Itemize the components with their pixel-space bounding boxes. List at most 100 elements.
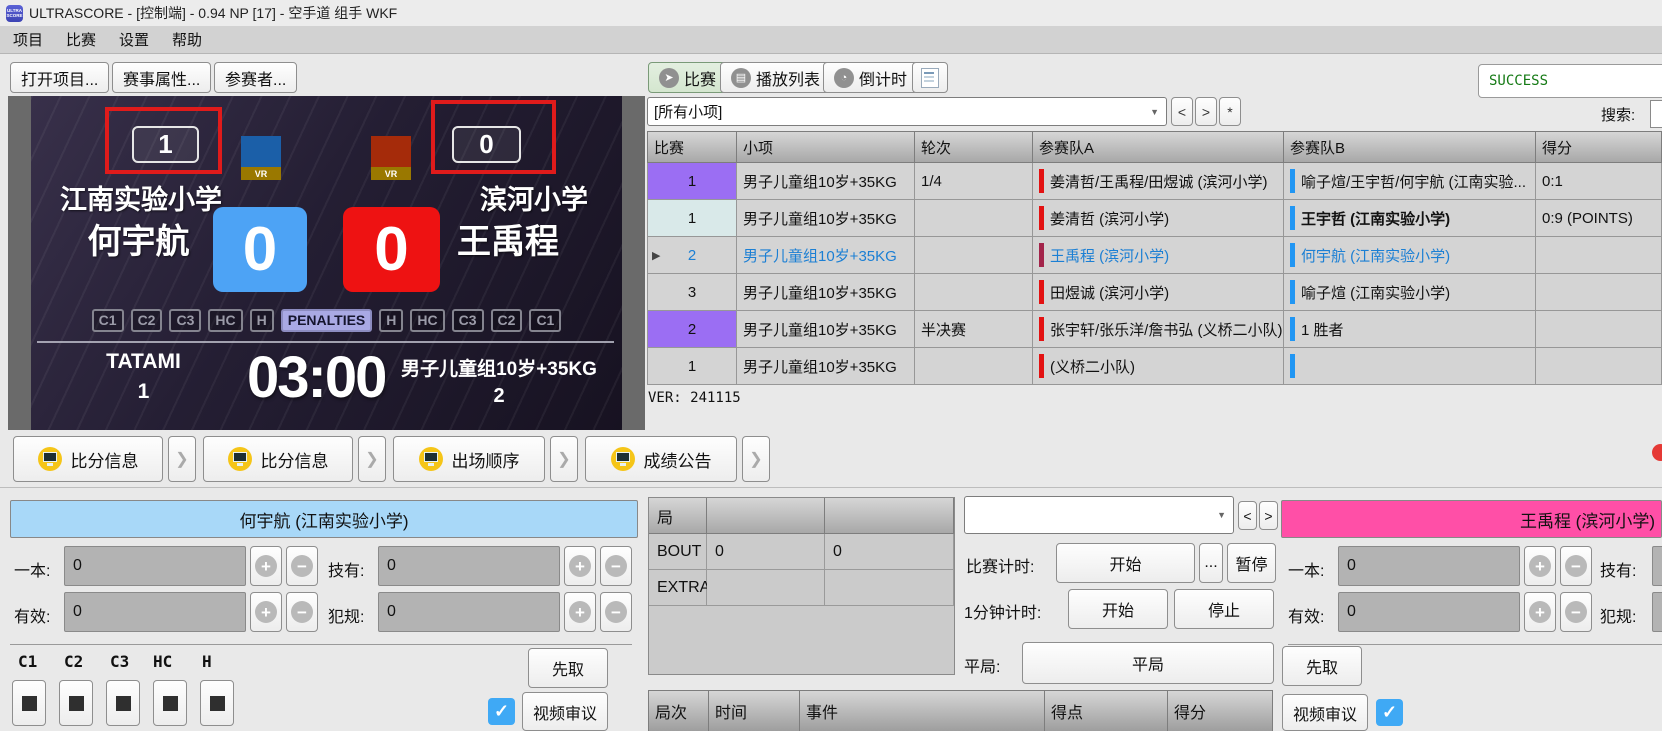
score-cell[interactable]: 0:9 (POINTS) — [1536, 200, 1662, 237]
countdown-button[interactable]: ◔ 倒计时 — [823, 62, 918, 93]
match-timer-pause-button[interactable]: 暂停 — [1227, 543, 1276, 583]
yuko-field[interactable]: 0 — [1338, 592, 1520, 632]
penalty-hc-toggle[interactable] — [153, 680, 187, 726]
round-cell[interactable] — [915, 237, 1033, 274]
video-review-button-blue[interactable]: 视频审议 — [522, 692, 608, 731]
teamA-cell[interactable]: 姜清哲 (滨河小学) — [1033, 200, 1284, 237]
bout-cell[interactable]: 1 — [647, 348, 737, 385]
penalty-c2-toggle[interactable] — [59, 680, 93, 726]
col-header-event[interactable]: 小项 — [737, 131, 915, 163]
round-cell[interactable]: 半决赛 — [915, 311, 1033, 348]
extra-score-b[interactable] — [825, 570, 954, 606]
bout-score-b[interactable]: 0 — [825, 534, 954, 570]
extra-score-a[interactable] — [707, 570, 825, 606]
senshu-button-blue[interactable]: 先取 — [528, 648, 608, 688]
teamB-cell[interactable]: 喻子煊 (江南实验小学) — [1284, 274, 1536, 311]
display-3-expand-button[interactable]: ❯ — [550, 436, 578, 482]
timing-next-button[interactable]: > — [1259, 501, 1278, 530]
event-cell[interactable]: 男子儿童组10岁+35KG — [737, 200, 915, 237]
display-score-info-1-button[interactable]: 比分信息 — [13, 436, 163, 482]
minute-timer-start-button[interactable]: 开始 — [1068, 589, 1168, 629]
round-cell[interactable] — [915, 274, 1033, 311]
ippon-plus-button[interactable]: + — [250, 546, 282, 586]
bout-cell-selected[interactable]: ▶ 2 — [647, 237, 737, 274]
events-col-score[interactable]: 得分 — [1168, 690, 1273, 731]
yuko-minus-button[interactable]: − — [1560, 592, 1592, 632]
participants-button[interactable]: 参赛者... — [214, 62, 297, 93]
col-header-score[interactable]: 得分 — [1536, 131, 1662, 163]
menu-settings[interactable]: 设置 — [109, 26, 159, 53]
teamA-cell[interactable]: (义桥二小队) — [1033, 348, 1284, 385]
col-header-round[interactable]: 轮次 — [915, 131, 1033, 163]
display-results-button[interactable]: 成绩公告 — [585, 436, 737, 482]
col-header-teamB[interactable]: 参赛队B — [1284, 131, 1536, 163]
score-cell[interactable] — [1536, 237, 1662, 274]
teamA-cell[interactable]: 姜清哲/王禹程/田煜诚 (滨河小学) — [1033, 163, 1284, 200]
menu-project[interactable]: 项目 — [3, 26, 53, 53]
bout-score-a[interactable]: 0 — [707, 534, 825, 570]
foul-field[interactable] — [1652, 592, 1662, 632]
match-timer-start-button[interactable]: 开始 — [1056, 543, 1195, 583]
search-input[interactable] — [1650, 100, 1662, 128]
penalty-h-toggle[interactable] — [200, 680, 234, 726]
score-cell[interactable] — [1536, 311, 1662, 348]
teamB-cell[interactable]: 王宇哲 (江南实验小学) — [1284, 200, 1536, 237]
teamA-cell[interactable]: 王禹程 (滨河小学) — [1033, 237, 1284, 274]
round-cell[interactable] — [915, 200, 1033, 237]
display-score-info-2-button[interactable]: 比分信息 — [203, 436, 353, 482]
menu-help[interactable]: 帮助 — [162, 26, 212, 53]
foul-plus-button[interactable]: + — [564, 592, 596, 632]
video-review-checkbox-pink[interactable]: ✓ — [1376, 699, 1403, 726]
col-header-bout[interactable]: 比赛 — [647, 131, 737, 163]
timing-preset-dropdown[interactable]: ▼ — [964, 496, 1234, 534]
display-4-expand-button[interactable]: ❯ — [742, 436, 770, 482]
playlist-button[interactable]: ▤ 播放列表 — [720, 62, 831, 93]
wazaari-field[interactable] — [1652, 546, 1662, 586]
yuko-plus-button[interactable]: + — [250, 592, 282, 632]
match-timer-more-button[interactable]: ... — [1199, 543, 1223, 583]
bout-cell[interactable]: 1 — [647, 200, 737, 237]
draw-button[interactable]: 平局 — [1022, 642, 1274, 684]
page-view-button[interactable] — [912, 62, 948, 93]
display-1-expand-button[interactable]: ❯ — [168, 436, 196, 482]
ippon-field[interactable]: 0 — [64, 546, 246, 586]
match-tab-button[interactable]: ➤ 比赛 — [648, 62, 727, 93]
bout-cell[interactable]: 2 — [647, 311, 737, 348]
score-cell[interactable] — [1536, 348, 1662, 385]
event-properties-button[interactable]: 赛事属性... — [112, 62, 211, 93]
senshu-button-pink[interactable]: 先取 — [1282, 646, 1362, 686]
wazaari-plus-button[interactable]: + — [564, 546, 596, 586]
foul-field[interactable]: 0 — [378, 592, 560, 632]
teamB-cell[interactable]: 何宇航 (江南实验小学) — [1284, 237, 1536, 274]
event-filter-dropdown[interactable]: [所有小项] ▼ — [647, 97, 1167, 126]
display-lineup-button[interactable]: 出场顺序 — [393, 436, 545, 482]
wazaari-minus-button[interactable]: − — [600, 546, 632, 586]
filter-next-button[interactable]: > — [1195, 97, 1217, 126]
ippon-minus-button[interactable]: − — [286, 546, 318, 586]
events-col-time[interactable]: 时间 — [709, 690, 800, 731]
video-review-checkbox-blue[interactable]: ✓ — [488, 698, 515, 725]
wazaari-field[interactable]: 0 — [378, 546, 560, 586]
teamA-cell[interactable]: 张宇轩/张乐洋/詹书弘 (义桥二小队) — [1033, 311, 1284, 348]
menu-match[interactable]: 比赛 — [56, 26, 106, 53]
bout-cell[interactable]: 1 — [647, 163, 737, 200]
round-cell[interactable]: 1/4 — [915, 163, 1033, 200]
yuko-minus-button[interactable]: − — [286, 592, 318, 632]
filter-star-button[interactable]: * — [1219, 97, 1241, 126]
teamB-cell[interactable]: 1 胜者 — [1284, 311, 1536, 348]
display-2-expand-button[interactable]: ❯ — [358, 436, 386, 482]
teamA-cell[interactable]: 田煜诚 (滨河小学) — [1033, 274, 1284, 311]
yuko-plus-button[interactable]: + — [1524, 592, 1556, 632]
filter-prev-button[interactable]: < — [1171, 97, 1193, 126]
ippon-minus-button[interactable]: − — [1560, 546, 1592, 586]
score-cell[interactable] — [1536, 274, 1662, 311]
penalty-c1-toggle[interactable] — [12, 680, 46, 726]
video-review-button-pink[interactable]: 视频审议 — [1282, 694, 1368, 731]
events-col-event[interactable]: 事件 — [800, 690, 1045, 731]
bout-cell[interactable]: 3 — [647, 274, 737, 311]
ippon-plus-button[interactable]: + — [1524, 546, 1556, 586]
ippon-field[interactable]: 0 — [1338, 546, 1520, 586]
col-header-teamA[interactable]: 参赛队A — [1033, 131, 1284, 163]
foul-minus-button[interactable]: − — [600, 592, 632, 632]
open-project-button[interactable]: 打开项目... — [10, 62, 109, 93]
